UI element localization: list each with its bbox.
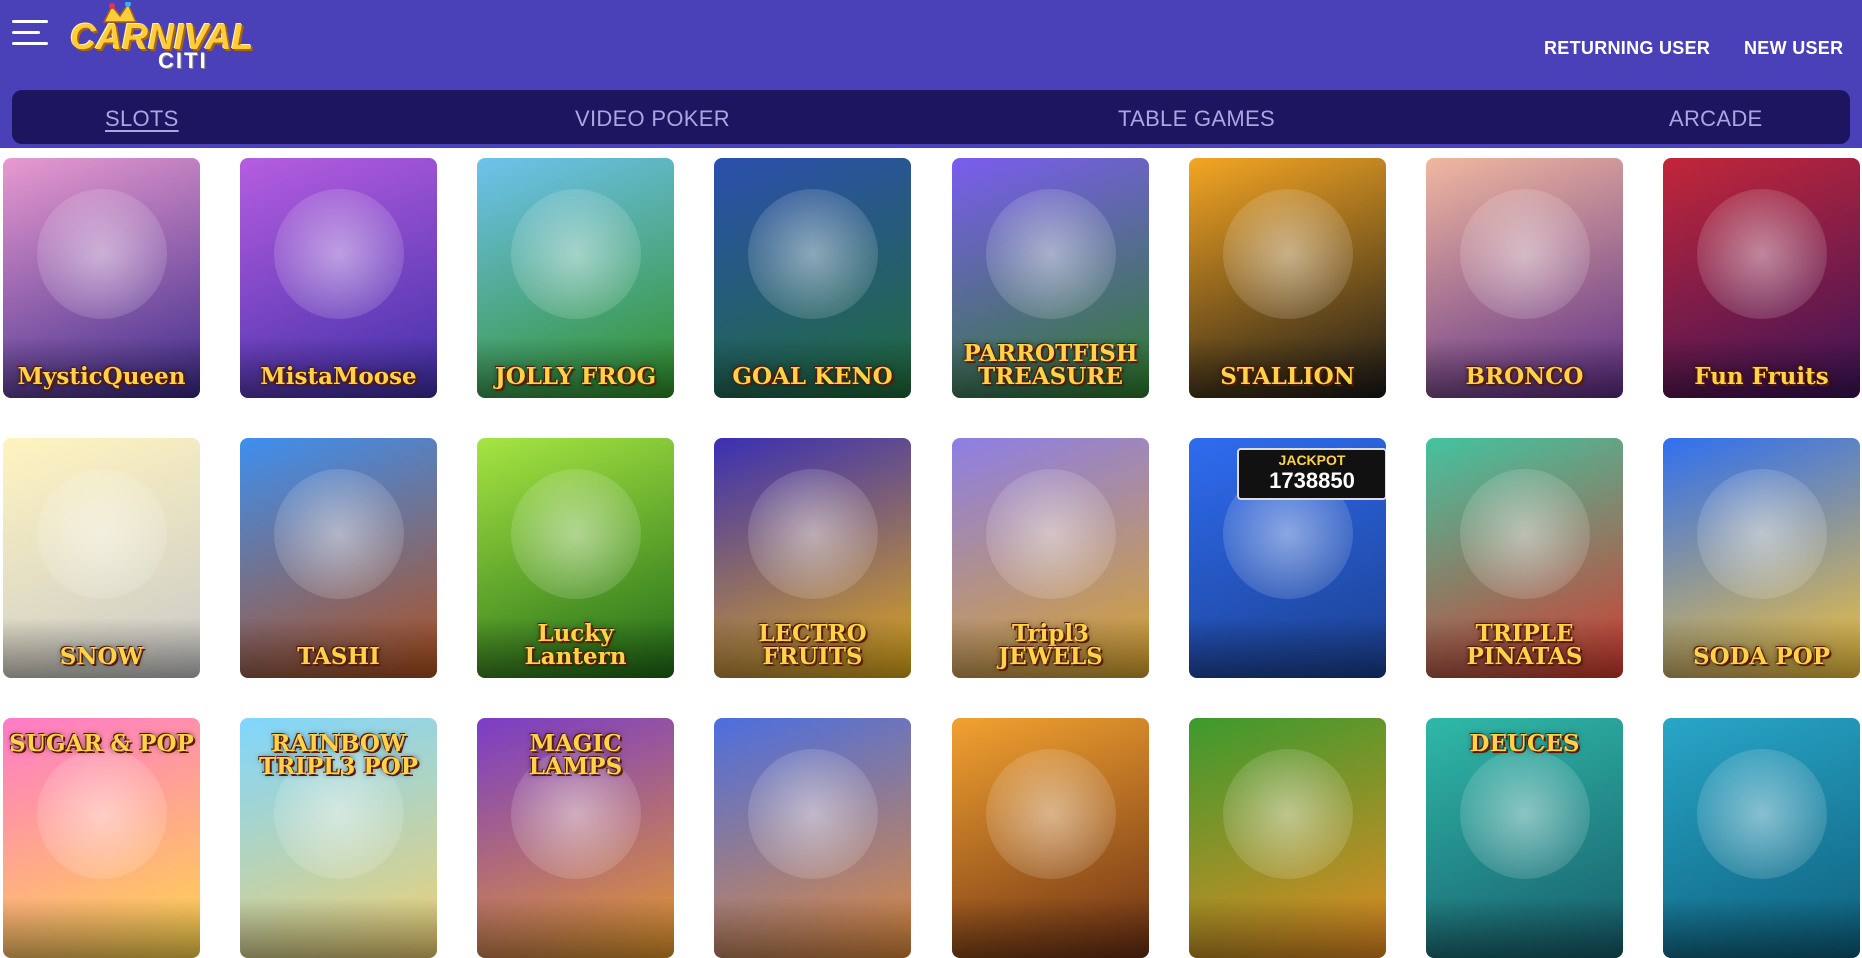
game-tile[interactable]: STALLION xyxy=(1189,158,1386,398)
game-art xyxy=(36,189,167,319)
tile-shade xyxy=(240,898,437,958)
game-art xyxy=(273,189,404,319)
game-title: SUGAR & POP xyxy=(9,730,194,757)
carnival-citi-logo[interactable]: CARNIVAL CITI xyxy=(70,2,253,73)
game-tile[interactable]: JOLLY FROG xyxy=(477,158,674,398)
tile-shade xyxy=(714,898,911,958)
game-title: BRONCO xyxy=(1465,363,1584,390)
tile-shade xyxy=(3,898,200,958)
tile-shade xyxy=(1189,618,1386,678)
game-tile[interactable]: BRONCO xyxy=(1426,158,1623,398)
game-art xyxy=(1696,469,1827,599)
game-title: Lucky Lantern xyxy=(524,620,627,670)
game-art xyxy=(1459,469,1590,599)
game-art xyxy=(1696,189,1827,319)
returning-user-link[interactable]: RETURNING USER xyxy=(1544,38,1710,59)
game-tile[interactable]: JACKPOT 1738850 xyxy=(1189,438,1386,678)
game-tile[interactable]: Fun Fruits xyxy=(1663,158,1860,398)
game-title: Tripl3 JEWELS xyxy=(998,620,1103,670)
jackpot-label: JACKPOT xyxy=(1278,452,1346,468)
game-title: DEUCES xyxy=(1469,730,1580,757)
game-tile[interactable]: LECTRO FRUITS xyxy=(714,438,911,678)
game-title: TRIPLE PINATAS xyxy=(1466,620,1583,670)
game-art xyxy=(1459,749,1590,879)
game-title: GOAL KENO xyxy=(732,363,893,390)
game-art xyxy=(985,469,1116,599)
game-art xyxy=(1459,189,1590,319)
tile-shade xyxy=(477,898,674,958)
game-title: STALLION xyxy=(1220,363,1355,390)
game-tile[interactable]: Tripl3 JEWELS xyxy=(952,438,1149,678)
game-title: RAINBOW TRIPL3 POP xyxy=(258,730,419,780)
tile-shade xyxy=(1189,898,1386,958)
game-tile[interactable]: SNOW xyxy=(3,438,200,678)
game-art xyxy=(510,469,641,599)
game-art xyxy=(1696,749,1827,879)
game-title: PARROTFISH TREASURE xyxy=(963,340,1138,390)
tab-slots[interactable]: SLOTS xyxy=(105,106,179,132)
game-title: TASHI xyxy=(297,643,380,670)
game-tile[interactable]: MistaMoose xyxy=(240,158,437,398)
game-tile[interactable]: SUGAR & POP xyxy=(3,718,200,958)
game-tile[interactable]: TASHI xyxy=(240,438,437,678)
tab-table-games[interactable]: TABLE GAMES xyxy=(1118,106,1275,132)
category-nav: SLOTS VIDEO POKER TABLE GAMES ARCADE xyxy=(12,90,1850,144)
game-art xyxy=(985,189,1116,319)
game-art xyxy=(747,469,878,599)
game-tile[interactable]: Lucky Lantern xyxy=(477,438,674,678)
tile-shade xyxy=(1663,898,1860,958)
game-tile[interactable]: TRIPLE PINATAS xyxy=(1426,438,1623,678)
top-header: CARNIVAL CITI RETURNING USER NEW USER SL… xyxy=(0,0,1862,148)
tab-arcade[interactable]: ARCADE xyxy=(1669,106,1763,132)
game-tile[interactable] xyxy=(1189,718,1386,958)
game-art xyxy=(510,189,641,319)
game-tile[interactable]: RAINBOW TRIPL3 POP xyxy=(240,718,437,958)
game-title: MAGIC LAMPS xyxy=(528,730,623,780)
game-tile[interactable]: PARROTFISH TREASURE xyxy=(952,158,1149,398)
game-title: SODA POP xyxy=(1692,643,1831,670)
game-art xyxy=(36,749,167,879)
game-title: MysticQueen xyxy=(17,363,186,390)
game-title: Fun Fruits xyxy=(1694,363,1829,390)
tab-video-poker[interactable]: VIDEO POKER xyxy=(575,106,730,132)
game-art xyxy=(36,469,167,599)
game-art xyxy=(1222,189,1353,319)
game-tile[interactable] xyxy=(1663,718,1860,958)
game-art xyxy=(747,749,878,879)
hamburger-menu-icon[interactable] xyxy=(12,20,48,48)
game-title: SNOW xyxy=(59,643,144,670)
game-tile[interactable]: SODA POP xyxy=(1663,438,1860,678)
game-title: MistaMoose xyxy=(260,363,417,390)
new-user-link[interactable]: NEW USER xyxy=(1744,38,1843,59)
game-art xyxy=(273,469,404,599)
jackpot-banner: JACKPOT 1738850 xyxy=(1237,448,1386,500)
game-tile[interactable]: GOAL KENO xyxy=(714,158,911,398)
game-title: JOLLY FROG xyxy=(494,363,657,390)
game-title: LECTRO FRUITS xyxy=(758,620,867,670)
game-art xyxy=(1222,749,1353,879)
tile-shade xyxy=(952,898,1149,958)
game-art xyxy=(985,749,1116,879)
game-tile[interactable]: MAGIC LAMPS xyxy=(477,718,674,958)
jackpot-amount: 1738850 xyxy=(1269,468,1355,493)
game-tile[interactable] xyxy=(714,718,911,958)
logo-subword: CITI xyxy=(158,48,208,73)
tile-shade xyxy=(1426,898,1623,958)
game-art xyxy=(747,189,878,319)
game-tile[interactable]: MysticQueen xyxy=(3,158,200,398)
game-tile[interactable]: DEUCES xyxy=(1426,718,1623,958)
game-tile[interactable] xyxy=(952,718,1149,958)
